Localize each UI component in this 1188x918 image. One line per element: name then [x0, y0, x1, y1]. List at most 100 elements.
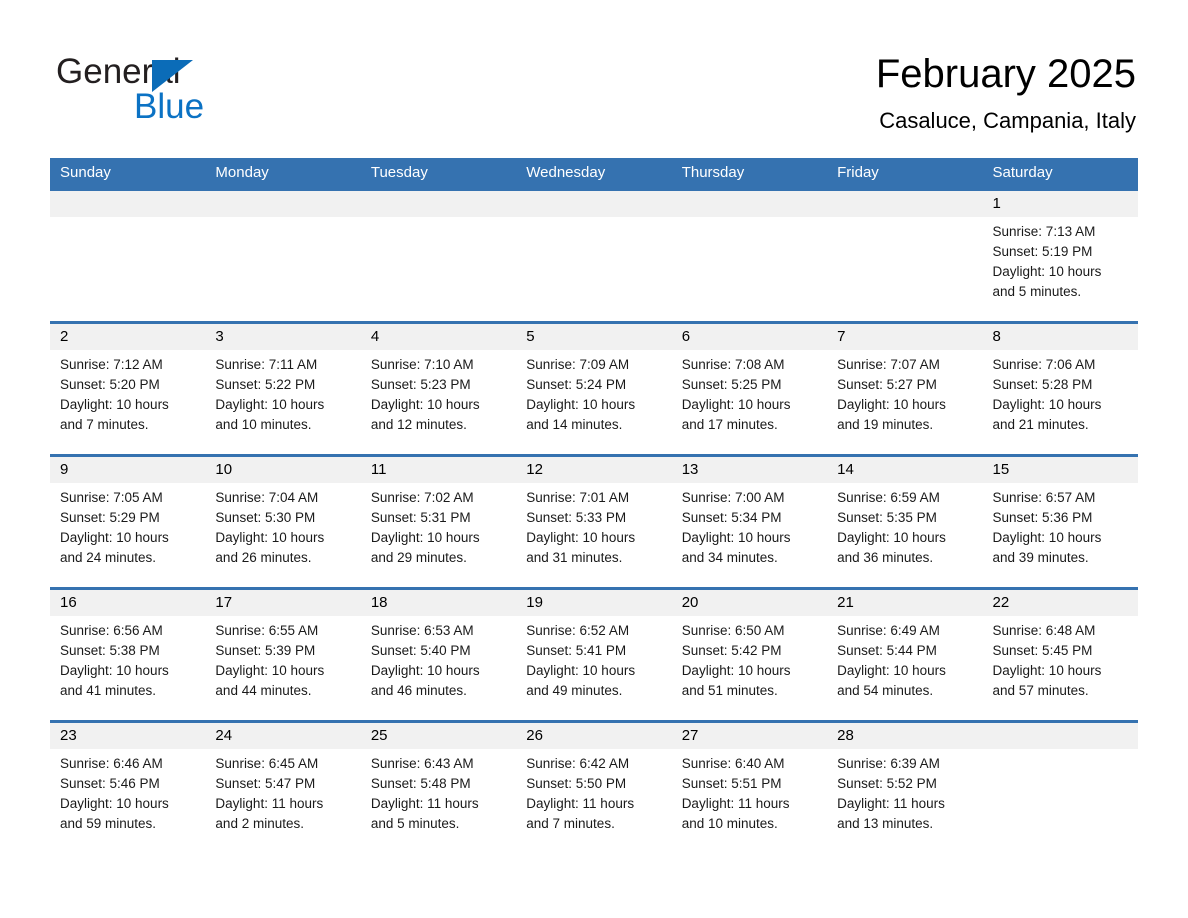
- day-cell[interactable]: Sunrise: 6:39 AM Sunset: 5:52 PM Dayligh…: [827, 749, 982, 853]
- day-number[interactable]: 6: [672, 324, 827, 350]
- day-cell[interactable]: Sunrise: 6:45 AM Sunset: 5:47 PM Dayligh…: [205, 749, 360, 853]
- calendar-week-row: 23 24 25 26 27 28 Sunrise: 6:46 AM Sunse…: [50, 720, 1138, 853]
- day-number[interactable]: 2: [50, 324, 205, 350]
- day-number[interactable]: 24: [205, 723, 360, 749]
- day-cell[interactable]: [361, 217, 516, 321]
- daylight-text: Daylight: 10 hours and 26 minutes.: [215, 530, 325, 565]
- sunset-text: Sunset: 5:42 PM: [681, 643, 782, 658]
- day-cell[interactable]: Sunrise: 7:07 AM Sunset: 5:27 PM Dayligh…: [827, 350, 982, 454]
- day-cell[interactable]: Sunrise: 6:40 AM Sunset: 5:51 PM Dayligh…: [672, 749, 827, 853]
- day-cell[interactable]: [50, 217, 205, 321]
- day-cell[interactable]: Sunrise: 7:02 AM Sunset: 5:31 PM Dayligh…: [361, 483, 516, 587]
- day-number[interactable]: 12: [516, 457, 671, 483]
- day-number[interactable]: 10: [205, 457, 360, 483]
- generalblue-logo[interactable]: General Blue: [56, 52, 356, 132]
- day-cell[interactable]: Sunrise: 6:55 AM Sunset: 5:39 PM Dayligh…: [205, 616, 360, 720]
- day-number[interactable]: 15: [983, 457, 1138, 483]
- day-number[interactable]: 16: [50, 590, 205, 616]
- day-number[interactable]: 14: [827, 457, 982, 483]
- day-cell[interactable]: Sunrise: 7:10 AM Sunset: 5:23 PM Dayligh…: [361, 350, 516, 454]
- day-cell[interactable]: Sunrise: 6:57 AM Sunset: 5:36 PM Dayligh…: [983, 483, 1138, 587]
- day-cell[interactable]: Sunrise: 6:59 AM Sunset: 5:35 PM Dayligh…: [827, 483, 982, 587]
- day-cell[interactable]: Sunrise: 6:42 AM Sunset: 5:50 PM Dayligh…: [516, 749, 671, 853]
- calendar-page: General Blue February 2025 Casaluce, Cam…: [0, 0, 1188, 918]
- day-number[interactable]: [983, 723, 1138, 749]
- day-cell[interactable]: [205, 217, 360, 321]
- week-detail-band: Sunrise: 7:05 AM Sunset: 5:29 PM Dayligh…: [50, 483, 1138, 587]
- daylight-text: Daylight: 10 hours and 41 minutes.: [60, 663, 169, 698]
- day-number[interactable]: 28: [827, 723, 982, 749]
- day-number[interactable]: [516, 191, 671, 217]
- day-cell[interactable]: Sunrise: 7:06 AM Sunset: 5:28 PM Dayligh…: [983, 350, 1138, 454]
- day-number[interactable]: 23: [50, 723, 205, 749]
- day-cell[interactable]: Sunrise: 7:00 AM Sunset: 5:34 PM Dayligh…: [672, 483, 827, 587]
- weekday-header-friday: Friday: [837, 164, 879, 181]
- day-number[interactable]: 7: [827, 324, 982, 350]
- day-number[interactable]: 20: [672, 590, 827, 616]
- day-number[interactable]: [361, 191, 516, 217]
- day-number[interactable]: 11: [361, 457, 516, 483]
- day-cell[interactable]: Sunrise: 6:52 AM Sunset: 5:41 PM Dayligh…: [516, 616, 671, 720]
- day-number[interactable]: 4: [361, 324, 516, 350]
- day-cell[interactable]: Sunrise: 7:12 AM Sunset: 5:20 PM Dayligh…: [50, 350, 205, 454]
- day-number[interactable]: [205, 191, 360, 217]
- day-cell[interactable]: Sunrise: 6:56 AM Sunset: 5:38 PM Dayligh…: [50, 616, 205, 720]
- day-number[interactable]: [672, 191, 827, 217]
- day-number[interactable]: 27: [672, 723, 827, 749]
- day-number[interactable]: 22: [983, 590, 1138, 616]
- day-number[interactable]: 26: [516, 723, 671, 749]
- day-cell[interactable]: [516, 217, 671, 321]
- day-number[interactable]: 25: [361, 723, 516, 749]
- daylight-text: Daylight: 10 hours and 21 minutes.: [992, 397, 1102, 432]
- week-detail-band: Sunrise: 6:46 AM Sunset: 5:46 PM Dayligh…: [50, 749, 1138, 853]
- daylight-text: Daylight: 11 hours and 5 minutes.: [370, 796, 479, 831]
- daylight-text: Daylight: 10 hours and 36 minutes.: [837, 530, 946, 565]
- sunset-text: Sunset: 5:47 PM: [215, 776, 316, 791]
- daylight-text: Daylight: 11 hours and 10 minutes.: [681, 796, 790, 831]
- day-cell[interactable]: [672, 217, 827, 321]
- day-cell[interactable]: Sunrise: 7:01 AM Sunset: 5:33 PM Dayligh…: [516, 483, 671, 587]
- day-number[interactable]: 19: [516, 590, 671, 616]
- day-number[interactable]: [827, 191, 982, 217]
- day-number[interactable]: 21: [827, 590, 982, 616]
- day-cell[interactable]: [983, 749, 1138, 853]
- day-cell[interactable]: Sunrise: 7:13 AM Sunset: 5:19 PM Dayligh…: [983, 217, 1138, 321]
- sunset-text: Sunset: 5:33 PM: [526, 510, 627, 525]
- day-cell[interactable]: Sunrise: 6:53 AM Sunset: 5:40 PM Dayligh…: [361, 616, 516, 720]
- sunrise-text: Sunrise: 6:49 AM: [837, 623, 940, 638]
- page-header: General Blue February 2025 Casaluce, Cam…: [0, 0, 1188, 155]
- day-number[interactable]: 13: [672, 457, 827, 483]
- sunrise-text: Sunrise: 6:45 AM: [215, 756, 319, 771]
- day-cell[interactable]: Sunrise: 7:04 AM Sunset: 5:30 PM Dayligh…: [205, 483, 360, 587]
- calendar-week-row: 1 Sunrise: 7:13 AM Sunset: 5:19 PM Dayli…: [50, 188, 1138, 321]
- day-cell[interactable]: Sunrise: 7:05 AM Sunset: 5:29 PM Dayligh…: [50, 483, 205, 587]
- day-cell[interactable]: Sunrise: 7:08 AM Sunset: 5:25 PM Dayligh…: [672, 350, 827, 454]
- sunset-text: Sunset: 5:20 PM: [60, 377, 160, 392]
- day-cell[interactable]: Sunrise: 6:49 AM Sunset: 5:44 PM Dayligh…: [827, 616, 982, 720]
- day-number[interactable]: 8: [983, 324, 1138, 350]
- day-number[interactable]: [50, 191, 205, 217]
- weekday-header-row: Sunday Monday Tuesday Wednesday Thursday…: [50, 158, 1138, 188]
- sunrise-text: Sunrise: 6:59 AM: [837, 490, 940, 505]
- day-number[interactable]: 18: [361, 590, 516, 616]
- week-day-number-band: 2 3 4 5 6 7 8: [50, 324, 1138, 350]
- day-cell[interactable]: Sunrise: 6:48 AM Sunset: 5:45 PM Dayligh…: [983, 616, 1138, 720]
- day-cell[interactable]: Sunrise: 6:43 AM Sunset: 5:48 PM Dayligh…: [361, 749, 516, 853]
- day-number[interactable]: 5: [516, 324, 671, 350]
- day-cell[interactable]: Sunrise: 6:50 AM Sunset: 5:42 PM Dayligh…: [672, 616, 827, 720]
- day-number[interactable]: 9: [50, 457, 205, 483]
- day-number[interactable]: 3: [205, 324, 360, 350]
- sunset-text: Sunset: 5:52 PM: [837, 776, 937, 791]
- page-subtitle: Casaluce, Campania, Italy: [879, 108, 1136, 133]
- daylight-text: Daylight: 10 hours and 34 minutes.: [681, 530, 791, 565]
- day-number[interactable]: 17: [205, 590, 360, 616]
- day-cell[interactable]: Sunrise: 6:46 AM Sunset: 5:46 PM Dayligh…: [50, 749, 205, 853]
- sunset-text: Sunset: 5:25 PM: [681, 377, 782, 392]
- day-cell[interactable]: Sunrise: 7:11 AM Sunset: 5:22 PM Dayligh…: [205, 350, 360, 454]
- day-cell[interactable]: Sunrise: 7:09 AM Sunset: 5:24 PM Dayligh…: [516, 350, 671, 454]
- day-cell[interactable]: [827, 217, 982, 321]
- daylight-text: Daylight: 11 hours and 7 minutes.: [526, 796, 635, 831]
- day-number[interactable]: 1: [983, 191, 1138, 217]
- sunrise-text: Sunrise: 7:02 AM: [370, 490, 474, 505]
- daylight-text: Daylight: 10 hours and 12 minutes.: [370, 397, 480, 432]
